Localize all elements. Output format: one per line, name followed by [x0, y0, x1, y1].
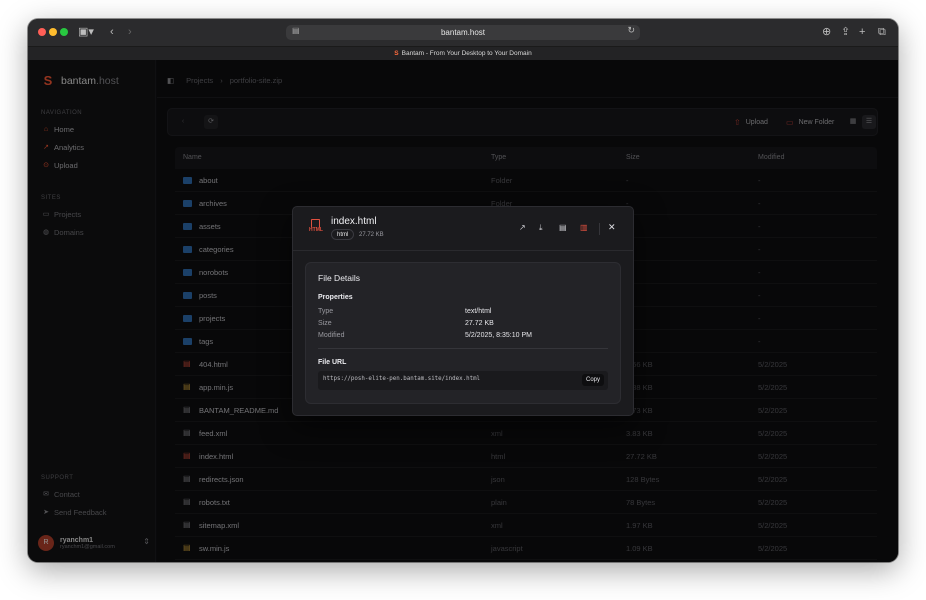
file-details-modal: HTML index.html html 27.72 KB ↗ ⤓ ▤ ▥ ✕ …: [292, 206, 634, 416]
maximize-window-button[interactable]: [60, 28, 68, 36]
file-type-badge: html: [331, 229, 355, 240]
download-icon[interactable]: ⊕: [822, 25, 831, 39]
action-divider: [599, 223, 600, 235]
trash-icon[interactable]: ▥: [580, 223, 588, 232]
property-value: 27.72 KB: [465, 320, 494, 327]
active-tab[interactable]: S Bantam - From Your Desktop to Your Doma…: [28, 49, 898, 59]
file-url-text: https://posh-elite-pen.bantam.site/index…: [323, 376, 481, 382]
modal-header: HTML index.html html 27.72 KB ↗ ⤓ ▤ ▥ ✕: [293, 207, 633, 251]
address-url: bantam.host: [440, 28, 486, 37]
card-title: File Details: [318, 273, 361, 283]
back-icon[interactable]: ‹: [110, 25, 114, 39]
html-file-icon: HTML: [308, 219, 324, 235]
tab-overview-icon[interactable]: ⧉: [878, 25, 886, 39]
forward-icon[interactable]: ›: [128, 25, 132, 39]
share-icon[interactable]: ⇪: [841, 25, 850, 39]
download-icon[interactable]: ⤓: [539, 223, 543, 233]
browser-toolbar: ▣▾ ‹ › ▤ bantam.host ↻ ⊕ ⇪ + ⧉: [28, 19, 898, 46]
property-key: Type: [318, 308, 334, 315]
file-icon[interactable]: ▤: [559, 223, 567, 232]
favicon-icon: S: [394, 50, 399, 57]
sidebar-toggle-icon[interactable]: ▣▾: [78, 25, 94, 39]
close-window-button[interactable]: [38, 28, 46, 36]
file-size: 27.72 KB: [359, 232, 384, 238]
modal-title: index.html: [331, 216, 377, 227]
card-divider: [318, 348, 608, 349]
tab-title: Bantam - From Your Desktop to Your Domai…: [401, 50, 532, 57]
property-key: Size: [318, 320, 332, 327]
open-external-icon[interactable]: ↗: [519, 223, 526, 232]
browser-window: ▣▾ ‹ › ▤ bantam.host ↻ ⊕ ⇪ + ⧉ S Bantam -…: [28, 19, 898, 562]
address-bar[interactable]: ▤ bantam.host ↻: [286, 25, 640, 40]
file-url-field[interactable]: https://posh-elite-pen.bantam.site/index…: [318, 371, 608, 390]
property-key: Modified: [318, 332, 345, 339]
minimize-window-button[interactable]: [49, 28, 57, 36]
copy-button[interactable]: Copy: [581, 374, 604, 386]
property-value: text/html: [465, 308, 492, 315]
file-details-card: File Details Properties Type text/html S…: [305, 262, 621, 404]
file-url-heading: File URL: [318, 359, 347, 366]
reload-icon[interactable]: ↻: [627, 25, 635, 36]
properties-heading: Properties: [318, 294, 353, 301]
tab-bar: S Bantam - From Your Desktop to Your Doma…: [28, 46, 898, 60]
property-value: 5/2/2025, 8:35:10 PM: [465, 332, 532, 339]
new-tab-icon[interactable]: +: [859, 25, 865, 39]
close-icon[interactable]: ✕: [608, 222, 616, 233]
